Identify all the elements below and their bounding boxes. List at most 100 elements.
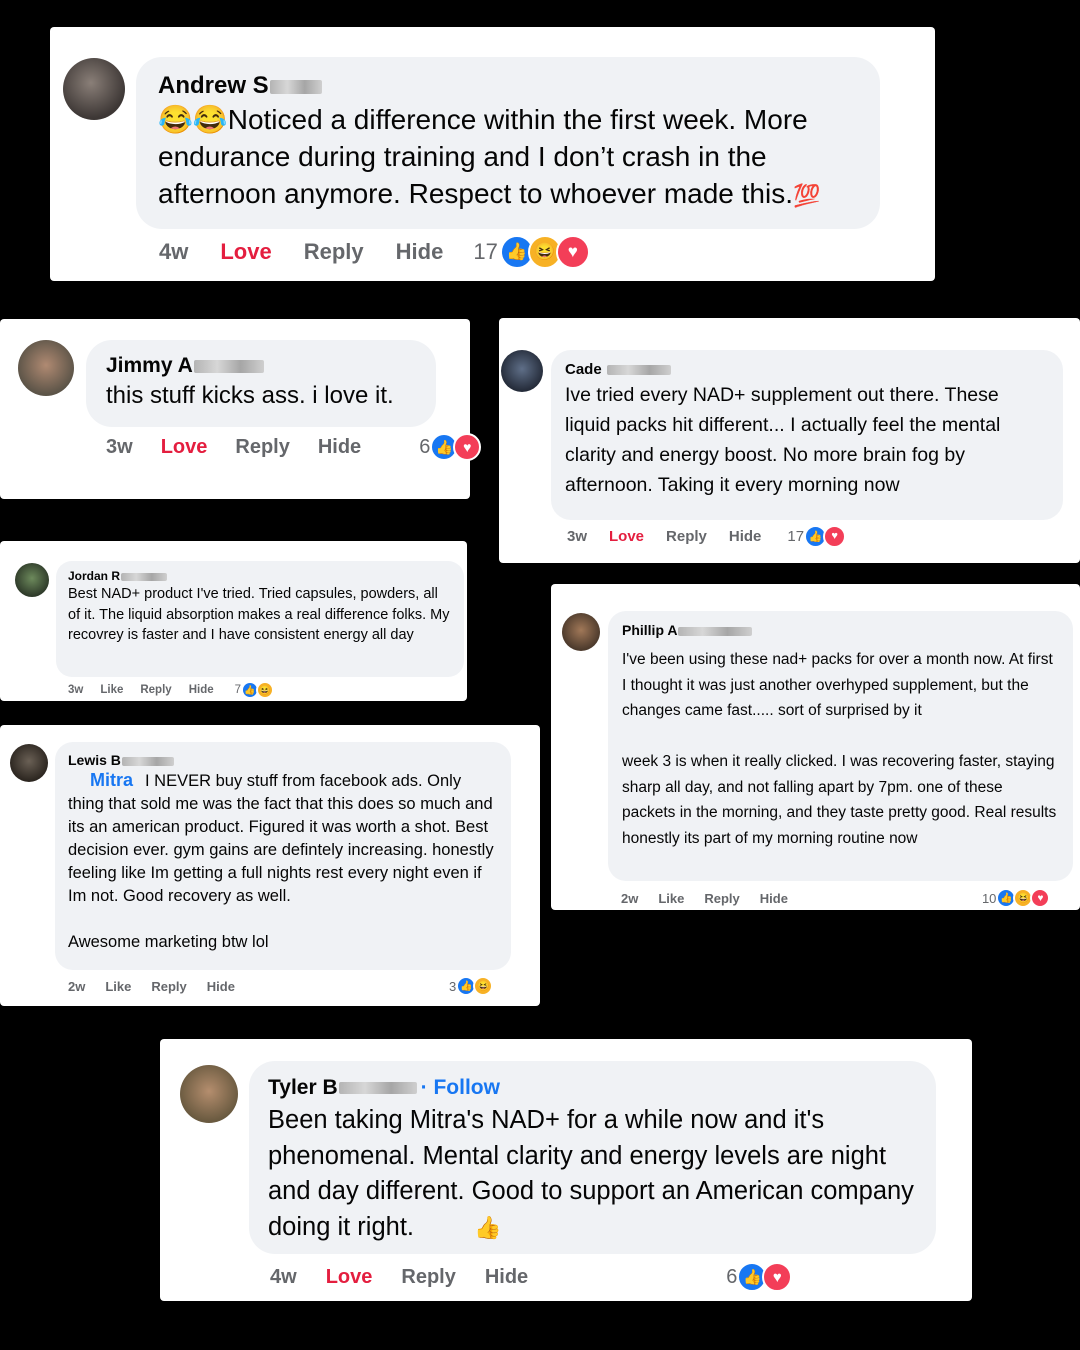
hundred-emoji: 💯 xyxy=(793,183,821,208)
comment-actions: 2w Like Reply Hide 3 👍 😆 xyxy=(68,976,494,996)
reaction-count: 17 xyxy=(787,527,805,545)
love-button[interactable]: Love xyxy=(609,528,644,545)
timestamp: 4w xyxy=(270,1265,297,1288)
avatar[interactable] xyxy=(180,1065,238,1123)
avatar[interactable] xyxy=(501,350,543,392)
reaction-count: 17 xyxy=(473,239,498,264)
reply-button[interactable]: Reply xyxy=(235,436,289,459)
timestamp: 4w xyxy=(159,239,189,264)
timestamp: 2w xyxy=(621,890,639,906)
blurred-name xyxy=(606,365,671,376)
avatar[interactable] xyxy=(15,563,49,597)
hide-button[interactable]: Hide xyxy=(396,239,444,265)
reaction-summary[interactable]: 6 👍 ♥ xyxy=(419,433,482,461)
comment-card: Jimmy A this stuff kicks ass. i love it.… xyxy=(0,319,482,499)
reaction-count: 6 xyxy=(726,1265,738,1288)
like-button[interactable]: Like xyxy=(658,891,684,906)
heart-icon: ♥ xyxy=(762,1262,793,1292)
comment-actions: 3w Love Reply Hide 17 👍 ♥ xyxy=(567,524,847,548)
comment-card: Phillip A I've been using these nad+ pac… xyxy=(551,584,1080,910)
hide-button[interactable]: Hide xyxy=(760,891,788,906)
reply-button[interactable]: Reply xyxy=(151,979,186,994)
comment-card: Tyler B · Follow Been taking Mitra's NAD+… xyxy=(160,1039,972,1301)
comment-card: Lewis B Mitra I NEVER buy stuff from face… xyxy=(0,725,540,1006)
reaction-count: 10 xyxy=(981,890,997,906)
comment-text: Ive tried every NAD+ supplement out ther… xyxy=(565,384,1001,496)
commenter-name[interactable]: Jimmy A xyxy=(106,352,416,380)
commenter-name[interactable]: Cade xyxy=(565,360,1049,380)
reaction-summary[interactable]: 7 👍 😆 xyxy=(235,681,275,699)
comment-bubble: Lewis B Mitra I NEVER buy stuff from face… xyxy=(55,742,511,970)
reaction-summary[interactable]: 3 👍 😆 xyxy=(448,976,494,996)
timestamp: 3w xyxy=(567,527,588,545)
heart-icon: ♥ xyxy=(555,235,590,269)
laughing-emoji: 😂😂 xyxy=(158,104,228,135)
blurred-name xyxy=(193,359,264,373)
comment-card: Andrew S 😂😂Noticed a difference within t… xyxy=(50,27,935,281)
thumbs-up-emoji: 👍 xyxy=(474,1214,502,1240)
love-button[interactable]: Love xyxy=(161,436,208,459)
reaction-summary[interactable]: 10 👍 😆 ♥ xyxy=(981,888,1051,908)
commenter-name[interactable]: Jordan R xyxy=(68,569,452,584)
avatar[interactable] xyxy=(562,613,600,651)
commenter-name[interactable]: Lewis B xyxy=(68,752,498,769)
comment-text: Mitra I NEVER buy stuff from facebook ads… xyxy=(68,770,494,951)
timestamp: 3w xyxy=(68,684,84,696)
blurred-name xyxy=(338,1082,417,1095)
hide-button[interactable]: Hide xyxy=(485,1266,528,1289)
blurred-name xyxy=(121,572,168,581)
hide-button[interactable]: Hide xyxy=(207,979,235,994)
commenter-name[interactable]: Tyler B · Follow xyxy=(268,1073,917,1103)
comment-bubble: Jordan R Best NAD+ product I've tried. T… xyxy=(56,561,464,677)
comment-text: Been taking Mitra's NAD+ for a while now… xyxy=(268,1103,917,1245)
comment-bubble: Cade Ive tried every NAD+ supplement out… xyxy=(551,350,1063,520)
blurred-name xyxy=(269,79,322,94)
like-button[interactable]: Like xyxy=(100,684,123,696)
comment-bubble: Phillip A I've been using these nad+ pac… xyxy=(608,611,1073,881)
reply-button[interactable]: Reply xyxy=(401,1266,455,1289)
heart-icon: ♥ xyxy=(1030,888,1051,908)
mention-link[interactable]: Mitra xyxy=(90,770,133,790)
love-button[interactable]: Love xyxy=(220,239,271,265)
reaction-summary[interactable]: 17 👍 ♥ xyxy=(787,524,847,548)
reaction-count: 3 xyxy=(448,978,457,994)
comment-bubble: Tyler B · Follow Been taking Mitra's NAD+… xyxy=(249,1061,936,1254)
blurred-name xyxy=(678,626,753,636)
love-button[interactable]: Love xyxy=(326,1266,373,1289)
comment-card: Cade Ive tried every NAD+ supplement out… xyxy=(499,318,1080,563)
timestamp: 2w xyxy=(68,978,86,994)
comment-text: 😂😂Noticed a difference within the first … xyxy=(158,101,858,214)
reply-button[interactable]: Reply xyxy=(304,239,364,265)
commenter-name[interactable]: Andrew S xyxy=(158,71,858,101)
like-button[interactable]: Like xyxy=(105,979,131,994)
heart-icon: ♥ xyxy=(453,433,482,461)
hide-button[interactable]: Hide xyxy=(189,684,214,696)
comment-actions: 2w Like Reply Hide 10 👍 😆 ♥ xyxy=(621,888,1051,908)
hide-button[interactable]: Hide xyxy=(729,528,762,545)
comment-text: I've been using these nad+ packs for ove… xyxy=(622,651,1057,847)
comment-bubble: Andrew S 😂😂Noticed a difference within t… xyxy=(136,57,880,229)
reaction-summary[interactable]: 6 👍 ♥ xyxy=(726,1262,793,1292)
avatar[interactable] xyxy=(18,340,74,396)
comment-text: Best NAD+ product I've tried. Tried caps… xyxy=(68,586,450,643)
avatar[interactable] xyxy=(10,744,48,782)
comment-bubble: Jimmy A this stuff kicks ass. i love it. xyxy=(86,340,436,427)
reply-button[interactable]: Reply xyxy=(704,891,739,906)
timestamp: 3w xyxy=(106,435,133,458)
comment-text: this stuff kicks ass. i love it. xyxy=(106,382,394,409)
comment-actions: 4w Love Reply Hide 6 👍 ♥ xyxy=(270,1262,793,1292)
commenter-name[interactable]: Phillip A xyxy=(622,621,1059,639)
avatar[interactable] xyxy=(63,58,125,120)
comment-actions: 3w Love Reply Hide 6 👍 ♥ xyxy=(106,433,482,461)
reaction-count: 6 xyxy=(419,435,431,458)
reply-button[interactable]: Reply xyxy=(140,684,171,696)
reaction-summary[interactable]: 17 👍 😆 ♥ xyxy=(473,235,590,269)
haha-icon: 😆 xyxy=(256,681,275,699)
reply-button[interactable]: Reply xyxy=(666,528,707,545)
haha-icon: 😆 xyxy=(473,976,494,996)
blurred-name xyxy=(121,756,174,766)
heart-icon: ♥ xyxy=(823,524,847,548)
follow-button[interactable]: · Follow xyxy=(421,1076,500,1099)
hide-button[interactable]: Hide xyxy=(318,436,361,459)
comment-card: Jordan R Best NAD+ product I've tried. T… xyxy=(0,541,467,701)
